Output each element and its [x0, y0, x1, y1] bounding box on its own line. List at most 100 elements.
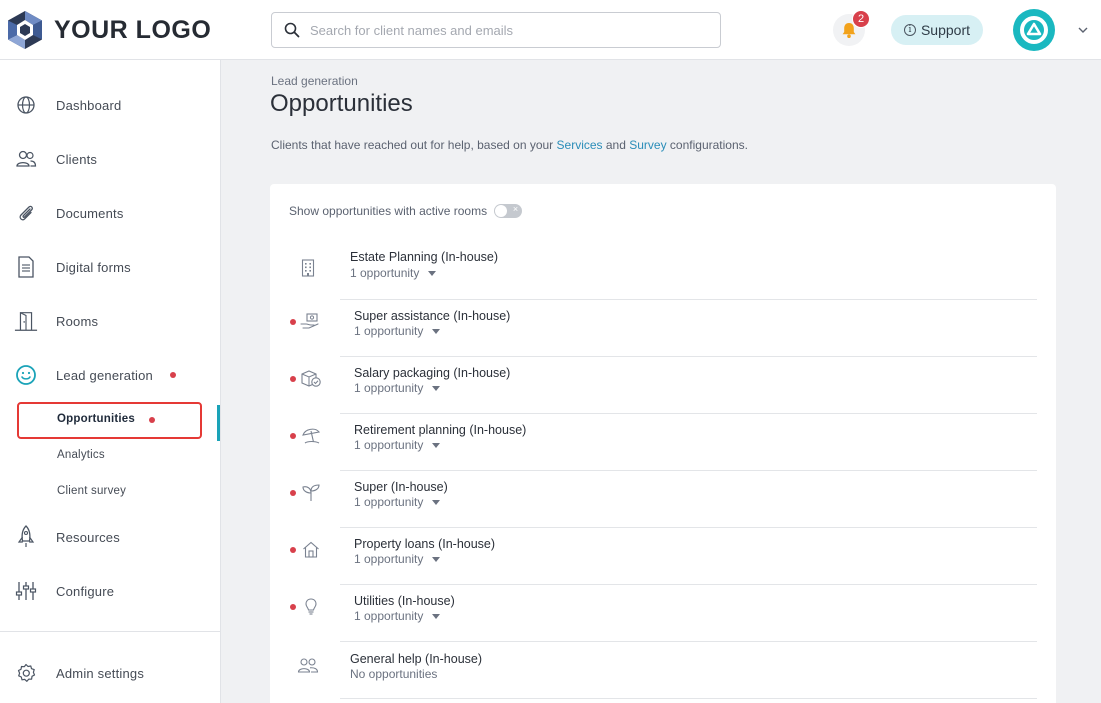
notifications-button[interactable]: 2 — [833, 10, 870, 46]
paperclip-icon — [14, 201, 38, 225]
caret-down-icon — [432, 329, 441, 335]
new-indicator-dot — [170, 372, 176, 378]
page-description: Clients that have reached out for help, … — [271, 138, 748, 152]
toggle-off-icon: × — [512, 204, 519, 214]
description-text: configurations. — [666, 138, 748, 152]
hand-coin-icon — [299, 311, 321, 333]
opportunity-count: No opportunities — [350, 667, 438, 681]
sidebar-subitem-label: Opportunities — [57, 413, 135, 425]
sidebar-subitem-client-survey[interactable]: Client survey — [0, 477, 220, 507]
survey-link[interactable]: Survey — [629, 138, 666, 152]
logo[interactable]: YOUR LOGO — [6, 10, 211, 50]
notification-count-badge: 2 — [852, 10, 870, 28]
opportunity-row-salary-packaging[interactable]: Salary packaging (In-house) 1 opportunit… — [270, 357, 1056, 414]
toggle-label: Show opportunities with active rooms — [289, 204, 488, 218]
opportunity-count-dropdown[interactable]: 1 opportunity — [354, 495, 441, 509]
opportunity-name: Super assistance (In-house) — [354, 309, 511, 323]
opportunities-card: Show opportunities with active rooms × E… — [270, 184, 1056, 703]
sidebar-subitem-label: Client survey — [57, 485, 127, 497]
avatar[interactable] — [1013, 9, 1055, 51]
building-icon — [297, 257, 319, 279]
opportunity-name: Super (In-house) — [354, 480, 448, 494]
caret-down-icon — [428, 271, 437, 277]
search-box[interactable] — [271, 12, 721, 48]
opportunity-row-super[interactable]: Super (In-house) 1 opportunity — [270, 471, 1056, 528]
logo-hexagon-icon — [8, 11, 42, 49]
sidebar-item-label: Rooms — [56, 313, 99, 329]
sidebar: Dashboard Clients Documents Digital form… — [0, 60, 221, 703]
opportunity-name: Salary packaging (In-house) — [354, 366, 511, 380]
opportunity-row-retirement-planning[interactable]: Retirement planning (In-house) 1 opportu… — [270, 414, 1056, 471]
opportunity-name: General help (In-house) — [350, 652, 483, 666]
sidebar-item-digital-forms[interactable]: Digital forms — [0, 247, 220, 287]
chevron-down-icon[interactable] — [1077, 24, 1089, 36]
sidebar-item-resources[interactable]: Resources — [0, 517, 220, 557]
active-rooms-toggle-row: Show opportunities with active rooms × — [289, 204, 523, 218]
opportunity-name: Estate Planning (In-house) — [350, 250, 499, 264]
support-button[interactable]: i Support — [891, 15, 983, 45]
top-bar: YOUR LOGO 2 i Support — [0, 0, 1101, 60]
sidebar-subitem-analytics[interactable]: Analytics — [0, 441, 220, 471]
door-icon — [14, 309, 38, 333]
search-icon — [284, 22, 300, 38]
sidebar-item-dashboard[interactable]: Dashboard — [0, 85, 220, 125]
opportunity-count: 1 opportunity — [354, 381, 424, 395]
opportunity-count-dropdown[interactable]: 1 opportunity — [354, 438, 441, 452]
sidebar-item-label: Lead generation — [56, 367, 153, 383]
sidebar-item-label: Admin settings — [56, 665, 145, 681]
new-indicator-dot — [290, 547, 296, 553]
description-text: and — [602, 138, 630, 152]
opportunity-name: Utilities (In-house) — [354, 594, 455, 608]
opportunity-count: 1 opportunity — [354, 438, 424, 452]
new-indicator-dot — [290, 376, 296, 382]
opportunity-count-dropdown[interactable]: 1 opportunity — [354, 324, 441, 338]
sidebar-item-documents[interactable]: Documents — [0, 193, 220, 233]
opportunity-count-dropdown[interactable]: 1 opportunity — [350, 266, 437, 280]
active-rooms-toggle[interactable]: × — [494, 204, 523, 218]
opportunity-row-super-assistance[interactable]: Super assistance (In-house) 1 opportunit… — [270, 300, 1056, 357]
opportunity-count: 1 opportunity — [354, 609, 424, 623]
opportunity-count: 1 opportunity — [350, 266, 420, 280]
caret-down-icon — [432, 614, 441, 620]
sidebar-item-label: Documents — [56, 205, 124, 221]
opportunity-row-estate-planning[interactable]: Estate Planning (In-house) 1 opportunity — [270, 243, 1056, 300]
new-indicator-dot — [290, 433, 296, 439]
sidebar-item-lead-generation[interactable]: Lead generation — [0, 355, 220, 395]
sidebar-item-admin-settings[interactable]: Admin settings — [0, 653, 220, 693]
house-icon — [300, 539, 322, 561]
opportunity-name: Property loans (In-house) — [354, 537, 496, 551]
smiley-icon — [14, 363, 38, 387]
sidebar-subitem-opportunities[interactable]: Opportunities — [0, 405, 220, 441]
sidebar-item-configure[interactable]: Configure — [0, 571, 220, 611]
description-text: Clients that have reached out for help, … — [271, 138, 557, 152]
opportunity-row-utilities[interactable]: Utilities (In-house) 1 opportunity — [270, 585, 1056, 642]
lightbulb-icon — [300, 596, 322, 618]
sidebar-item-label: Dashboard — [56, 97, 122, 113]
document-icon — [14, 255, 38, 279]
sidebar-divider — [0, 631, 220, 632]
info-icon: i — [903, 24, 916, 36]
sidebar-item-clients[interactable]: Clients — [0, 139, 220, 179]
sidebar-subitem-label: Analytics — [57, 449, 105, 461]
sidebar-item-rooms[interactable]: Rooms — [0, 301, 220, 341]
sprout-icon — [300, 482, 322, 504]
search-input[interactable] — [310, 22, 690, 38]
sliders-icon — [14, 579, 38, 603]
sidebar-item-label: Clients — [56, 151, 98, 167]
opportunity-count: 1 opportunity — [354, 495, 424, 509]
caret-down-icon — [432, 500, 441, 506]
opportunity-count-dropdown[interactable]: 1 opportunity — [354, 381, 441, 395]
opportunity-count-dropdown[interactable]: 1 opportunity — [354, 552, 441, 566]
new-indicator-dot — [290, 490, 296, 496]
opportunity-count: 1 opportunity — [354, 324, 424, 338]
opportunity-count-dropdown[interactable]: 1 opportunity — [354, 609, 441, 623]
caret-down-icon — [432, 443, 441, 449]
users-icon — [14, 147, 38, 171]
services-link[interactable]: Services — [557, 138, 603, 152]
opportunity-count: 1 opportunity — [354, 552, 424, 566]
opportunity-row-property-loans[interactable]: Property loans (In-house) 1 opportunity — [270, 528, 1056, 585]
caret-down-icon — [432, 386, 441, 392]
new-indicator-dot — [149, 417, 155, 423]
gear-icon — [14, 661, 38, 685]
opportunity-row-general-help[interactable]: General help (In-house) No opportunities — [270, 642, 1056, 699]
